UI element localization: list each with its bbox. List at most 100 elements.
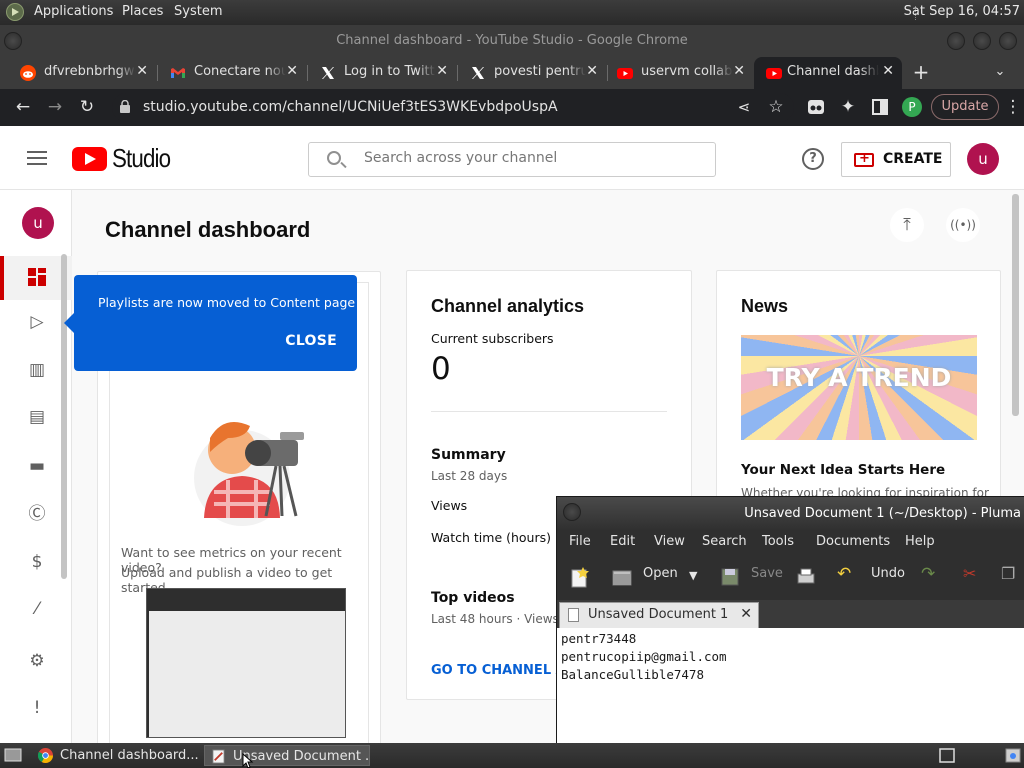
bookmark-star-icon[interactable]: ☆	[766, 97, 786, 117]
lock-icon[interactable]	[120, 100, 130, 113]
search-icon[interactable]	[327, 151, 341, 165]
tab-twitter-login[interactable]: Log in to Twitt ✕	[308, 57, 456, 89]
minimize-button[interactable]	[947, 32, 965, 50]
copy-icon[interactable]: ❐	[1001, 564, 1015, 583]
profile-avatar[interactable]: P	[902, 97, 922, 117]
extensions-puzzle-icon[interactable]: ✦	[838, 97, 858, 117]
pluma-menu-documents[interactable]: Documents	[816, 534, 890, 549]
youtube-logo-icon[interactable]	[72, 147, 107, 171]
dashboard-icon	[28, 268, 46, 286]
cut-scissors-icon[interactable]: ✂	[963, 564, 976, 583]
close-document-icon[interactable]: ✕	[740, 606, 752, 622]
reddit-icon	[20, 65, 36, 81]
open-recent-chevron-icon[interactable]: ▼	[689, 569, 697, 582]
nav-feedback[interactable]: !	[0, 687, 72, 731]
incognito-extension-icon[interactable]	[806, 97, 826, 117]
pluma-titlebar[interactable]: Unsaved Document 1 (~/Desktop) - Pluma	[557, 497, 1024, 530]
nav-settings[interactable]: ⚙	[0, 640, 72, 684]
pluma-window-menu-button[interactable]	[563, 503, 581, 521]
close-tab-icon[interactable]: ✕	[286, 63, 298, 79]
thumbnail-editor-area	[149, 611, 345, 737]
settings-gear-icon: ⚙	[29, 651, 45, 671]
undo-button[interactable]: Undo	[871, 566, 905, 581]
clock[interactable]: Sat Sep 16, 04:57	[904, 4, 1020, 19]
channel-search[interactable]	[308, 142, 716, 177]
forward-icon[interactable]: →	[45, 97, 65, 117]
new-tab-icon[interactable]: +	[911, 62, 931, 82]
news-thumbnail[interactable]: TRY A TREND	[741, 335, 977, 440]
pluma-menu-help[interactable]: Help	[905, 534, 935, 549]
show-desktop-icon[interactable]	[4, 747, 22, 763]
tab-gmail[interactable]: Conectare nou ✕	[158, 57, 306, 89]
pluma-toolbar: Open ▼ Save ↶ Undo ↷ ✂ ❐	[557, 554, 1024, 600]
feedback-icon: !	[33, 698, 41, 718]
address-bar[interactable]: studio.youtube.com/channel/UCNiUef3tES3W…	[112, 93, 794, 122]
analytics-icon: ▥	[28, 360, 46, 380]
close-tab-icon[interactable]: ✕	[586, 63, 598, 79]
go-live-icon[interactable]: ((•))	[946, 208, 980, 242]
close-window-button[interactable]	[999, 32, 1017, 50]
applications-menu[interactable]: Applications	[34, 4, 113, 19]
system-menu[interactable]: System	[174, 4, 222, 19]
pluma-menu-file[interactable]: File	[569, 534, 591, 549]
save-button[interactable]: Save	[751, 566, 783, 581]
back-icon[interactable]: ←	[13, 97, 33, 117]
help-icon[interactable]: ?	[802, 148, 824, 170]
close-tab-icon[interactable]: ✕	[136, 63, 148, 79]
go-to-channel-analytics-link[interactable]: GO TO CHANNEL AN	[431, 663, 577, 678]
nav-scrollbar[interactable]	[61, 254, 67, 579]
redo-arrow-icon[interactable]: ↷	[921, 564, 935, 584]
tab-reddit[interactable]: dfvrebnbrhgwr ✕	[8, 57, 156, 89]
hamburger-menu-icon[interactable]	[27, 151, 47, 165]
tab-search-chevron-icon[interactable]: ⌄	[990, 62, 1010, 82]
pluma-menu-edit[interactable]: Edit	[610, 534, 635, 549]
tooltip-message: Playlists are now moved to Content page	[98, 295, 356, 310]
pluma-document-tab[interactable]: Unsaved Document 1 ✕	[559, 602, 759, 628]
close-tab-icon[interactable]: ✕	[733, 63, 745, 79]
open-folder-icon[interactable]	[611, 566, 633, 588]
tab-label: uservm collab	[641, 64, 733, 79]
close-tab-icon[interactable]: ✕	[882, 63, 894, 79]
side-panel-icon[interactable]	[870, 97, 890, 117]
places-menu[interactable]: Places	[122, 4, 163, 19]
pluma-menu-view[interactable]: View	[654, 534, 685, 549]
tooltip-close-button[interactable]: CLOSE	[285, 333, 337, 349]
maximize-button[interactable]	[973, 32, 991, 50]
update-button[interactable]: Update	[931, 94, 999, 120]
create-button[interactable]: CREATE	[841, 142, 951, 177]
browser-toolbar: ← → ↻ studio.youtube.com/channel/UCNiUef…	[0, 89, 1024, 126]
main-scrollbar[interactable]	[1012, 194, 1019, 416]
tab-twitter-povesti[interactable]: povesti pentru ✕	[458, 57, 606, 89]
workspace-switcher-icon[interactable]	[939, 748, 955, 763]
pluma-menubar: File Edit View Search Tools Documents He…	[557, 530, 1024, 554]
taskbar-item-pluma[interactable]: Unsaved Document ...	[204, 745, 370, 766]
tab-channel-dashboard[interactable]: Channel dashb ✕	[754, 57, 902, 89]
tab-youtube-collab[interactable]: uservm collab ✕	[605, 57, 753, 89]
nav-customization[interactable]: ⁄	[0, 588, 72, 632]
trash-icon[interactable]	[1004, 748, 1022, 763]
url-text[interactable]: studio.youtube.com/channel/UCNiUef3tES3W…	[143, 99, 558, 115]
reload-icon[interactable]: ↻	[77, 97, 97, 117]
account-avatar[interactable]: u	[967, 143, 999, 175]
pluma-menu-tools[interactable]: Tools	[762, 534, 794, 549]
distro-logo-icon[interactable]	[6, 3, 24, 21]
print-icon[interactable]	[795, 566, 817, 588]
news-headline[interactable]: Your Next Idea Starts Here	[741, 462, 945, 478]
close-tab-icon[interactable]: ✕	[436, 63, 448, 79]
studio-logo-text[interactable]: Studio	[112, 143, 171, 174]
create-video-icon	[854, 151, 874, 167]
tab-label: Log in to Twitt	[344, 64, 435, 79]
open-button[interactable]: Open	[643, 566, 678, 581]
search-input[interactable]	[364, 150, 704, 166]
channel-avatar[interactable]: u	[22, 207, 54, 239]
share-icon[interactable]: ⋖	[734, 97, 754, 117]
chrome-menu-icon[interactable]: ⋮	[1003, 97, 1023, 117]
taskbar-item-chrome[interactable]: Channel dashboard...	[32, 745, 202, 766]
save-icon[interactable]	[719, 566, 741, 588]
upload-icon[interactable]: ⤒	[890, 208, 924, 242]
pluma-menu-search[interactable]: Search	[702, 534, 747, 549]
undo-arrow-icon[interactable]: ↶	[837, 564, 851, 584]
editor-text-area[interactable]: pentr73448 pentrucopiip@gmail.com Balanc…	[561, 630, 1021, 740]
new-document-icon[interactable]	[569, 566, 591, 588]
pluma-tab-bar: Unsaved Document 1 ✕	[557, 600, 1024, 628]
